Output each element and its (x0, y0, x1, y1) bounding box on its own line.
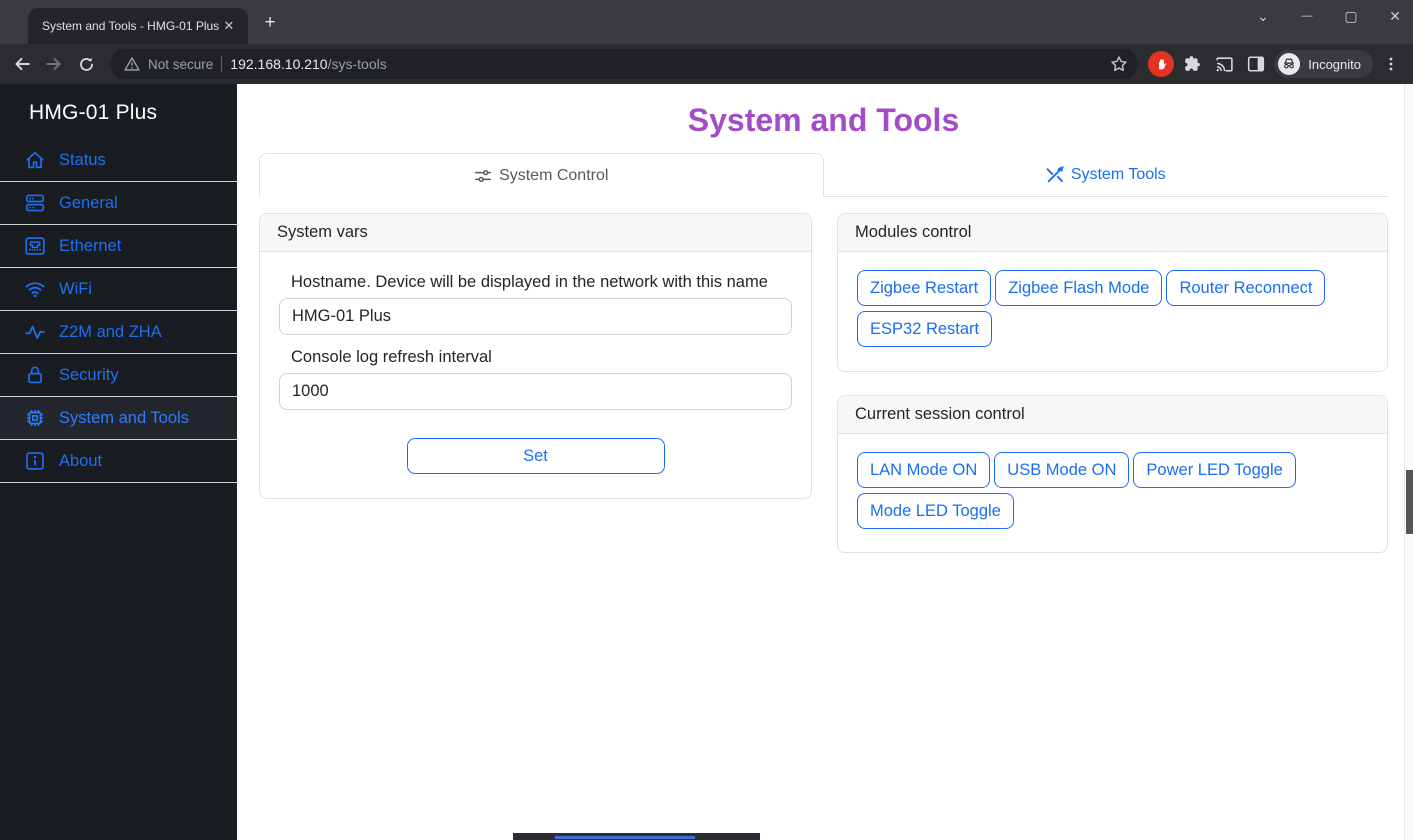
card-title: Modules control (838, 214, 1387, 252)
sidebar-item-label: Z2M and ZHA (59, 322, 162, 341)
side-panel-icon[interactable] (1242, 50, 1270, 78)
usb-mode-button[interactable]: USB Mode ON (994, 452, 1130, 488)
hostname-label: Hostname. Device will be displayed in th… (291, 273, 768, 291)
bookmark-star-icon[interactable] (1110, 55, 1128, 73)
sidebar-item-general[interactable]: General (0, 182, 237, 225)
console-peek-text (555, 836, 695, 839)
page-body: HMG-01 Plus Status General Ethernet WiFi… (0, 84, 1413, 840)
security-label: Not secure (148, 56, 214, 72)
home-icon (26, 151, 44, 169)
back-button[interactable] (8, 50, 36, 78)
session-buttons: LAN Mode ON USB Mode ON Power LED Toggle… (857, 452, 1368, 531)
adblock-hand-icon[interactable] (1148, 51, 1175, 77)
sidebar-item-label: Ethernet (59, 236, 122, 255)
tools-icon (1046, 165, 1064, 182)
sidebar-brand: HMG-01 Plus (29, 101, 158, 124)
card-body: Hostname. Device will be displayed in th… (260, 252, 811, 498)
console-peek (513, 833, 760, 840)
address-bar[interactable]: Not secure 192.168.10.210/sys-tools (110, 49, 1139, 79)
tab-close-icon[interactable]: ✕ (220, 17, 238, 35)
incognito-label: Incognito (1308, 56, 1361, 72)
sidebar-item-label: System and Tools (59, 408, 189, 427)
scrollbar-thumb[interactable] (1406, 470, 1413, 534)
tab-system-tools[interactable]: System Tools (823, 153, 1388, 197)
wifi-icon (25, 282, 45, 298)
cpu-icon (27, 410, 43, 426)
set-button[interactable]: Set (406, 438, 665, 474)
sidebar-item-wifi[interactable]: WiFi (0, 268, 237, 311)
sidebar-item-label: About (59, 451, 103, 470)
url-path: /sys-tools (327, 56, 387, 72)
chevron-down-icon[interactable]: ⌄ (1253, 8, 1273, 25)
maximize-button[interactable]: ▢ (1341, 8, 1361, 25)
esp32-restart-button[interactable]: ESP32 Restart (857, 311, 993, 347)
activity-icon (25, 325, 45, 339)
lan-mode-button[interactable]: LAN Mode ON (857, 452, 991, 488)
sidebar-item-ethernet[interactable]: Ethernet (0, 225, 237, 268)
incognito-badge[interactable]: Incognito (1274, 50, 1373, 78)
right-column: Modules control Zigbee Restart Zigbee Fl… (837, 213, 1388, 553)
power-led-toggle-button[interactable]: Power LED Toggle (1133, 452, 1296, 488)
new-tab-button[interactable]: + (258, 12, 282, 36)
zigbee-restart-button[interactable]: Zigbee Restart (857, 270, 992, 306)
minimize-button[interactable]: — (1297, 10, 1317, 22)
ethernet-icon (25, 237, 45, 255)
card-body: Zigbee Restart Zigbee Flash Mode Router … (838, 252, 1387, 371)
url-text: 192.168.10.210/sys-tools (230, 56, 1102, 72)
lock-icon (28, 366, 42, 384)
refresh-interval-label: Console log refresh interval (291, 348, 492, 366)
forward-button[interactable] (40, 50, 68, 78)
modules-control-card: Modules control Zigbee Restart Zigbee Fl… (837, 213, 1388, 372)
extensions-puzzle-icon[interactable] (1178, 50, 1206, 78)
mode-led-toggle-button[interactable]: Mode LED Toggle (857, 493, 1014, 529)
info-icon (26, 452, 44, 470)
card-title: Current session control (838, 396, 1387, 434)
omnibox-divider (221, 56, 223, 72)
router-reconnect-button[interactable]: Router Reconnect (1166, 270, 1326, 306)
main-content: System and Tools System Control System T… (237, 84, 1413, 840)
tab-system-control[interactable]: System Control (259, 153, 824, 197)
sidebar-item-status[interactable]: Status (0, 139, 237, 182)
sidebar-item-label: WiFi (59, 279, 92, 298)
modules-buttons: Zigbee Restart Zigbee Flash Mode Router … (857, 270, 1368, 349)
browser-tabstrip: System and Tools - HMG-01 Plus ✕ + ⌄ — ▢… (0, 0, 1413, 44)
window-controls: ⌄ — ▢ ✕ (1253, 2, 1405, 30)
tab-label: System Tools (1070, 165, 1166, 183)
hostname-input[interactable] (279, 298, 792, 335)
card-title: System vars (260, 214, 811, 252)
tab-label: System Control (499, 166, 609, 184)
incognito-icon (1278, 53, 1301, 75)
page-title: System and Tools (687, 102, 960, 138)
zigbee-flash-mode-button[interactable]: Zigbee Flash Mode (995, 270, 1163, 306)
content-columns: System vars Hostname. Device will be dis… (259, 213, 1388, 553)
warning-triangle-icon (124, 57, 140, 71)
sidebar-item-label: Status (59, 150, 106, 169)
cast-icon[interactable] (1210, 50, 1238, 78)
session-control-card: Current session control LAN Mode ON USB … (837, 395, 1388, 553)
browser-window: System and Tools - HMG-01 Plus ✕ + ⌄ — ▢… (0, 0, 1413, 840)
close-window-button[interactable]: ✕ (1385, 8, 1405, 25)
menu-kebab-icon[interactable] (1377, 50, 1405, 78)
reload-button[interactable] (72, 50, 100, 78)
sidebar: HMG-01 Plus Status General Ethernet WiFi… (0, 84, 237, 840)
sidebar-item-z2m-zha[interactable]: Z2M and ZHA (0, 311, 237, 354)
sliders-icon (475, 169, 492, 182)
url-host: 192.168.10.210 (230, 56, 328, 72)
tab-title: System and Tools - HMG-01 Plus (42, 19, 220, 33)
sidebar-item-about[interactable]: About (0, 440, 237, 483)
system-vars-card: System vars Hostname. Device will be dis… (259, 213, 812, 499)
sidebar-item-system-and-tools[interactable]: System and Tools (0, 397, 237, 440)
server-icon (25, 194, 45, 212)
refresh-interval-input[interactable] (279, 373, 792, 410)
browser-tab[interactable]: System and Tools - HMG-01 Plus ✕ (28, 8, 248, 44)
left-column: System vars Hostname. Device will be dis… (259, 213, 812, 499)
card-body: LAN Mode ON USB Mode ON Power LED Toggle… (838, 434, 1387, 552)
sidebar-item-security[interactable]: Security (0, 354, 237, 397)
tab-bar: System Control System Tools (259, 153, 1388, 197)
sidebar-item-label: General (59, 193, 118, 212)
browser-toolbar: Not secure 192.168.10.210/sys-tools Inco… (0, 44, 1413, 84)
set-button-row: Set (279, 438, 792, 474)
sidebar-item-label: Security (59, 365, 119, 384)
page-scrollbar[interactable] (1404, 84, 1413, 840)
